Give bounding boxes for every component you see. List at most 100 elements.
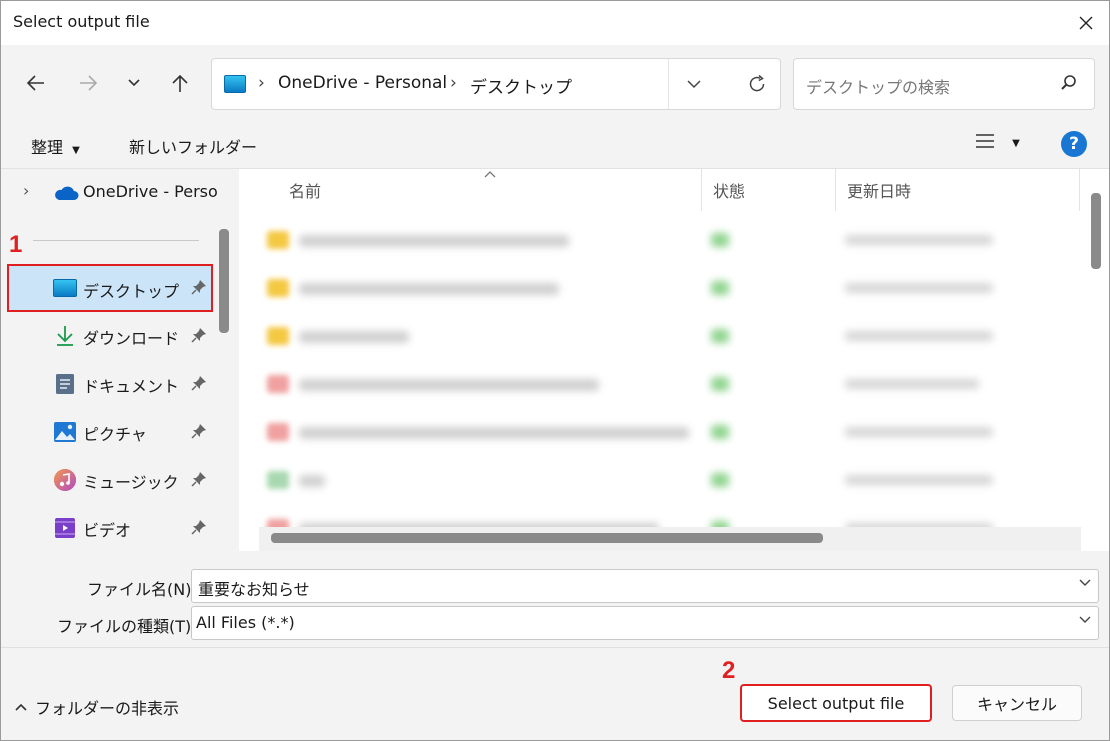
address-bar[interactable]: › OneDrive - Personal › デスクトップ bbox=[211, 58, 781, 110]
sidebar-item-label: ダウンロード bbox=[83, 329, 180, 348]
breadcrumb-desktop[interactable]: デスクトップ bbox=[470, 73, 572, 98]
recent-locations-button[interactable] bbox=[117, 67, 151, 99]
list-view-icon bbox=[976, 134, 994, 148]
organize-menu[interactable]: 整理 ▼ bbox=[31, 134, 80, 158]
list-item-name bbox=[299, 331, 409, 343]
list-item[interactable] bbox=[259, 265, 1059, 313]
sort-ascending-icon bbox=[484, 171, 496, 178]
sidebar-scrollbar[interactable] bbox=[219, 229, 229, 333]
close-icon bbox=[1079, 16, 1093, 30]
filetype-value: All Files (*.*) bbox=[196, 613, 295, 632]
sync-status-icon bbox=[711, 233, 729, 247]
new-folder-label: 新しいフォルダー bbox=[129, 138, 258, 157]
pdf-file-icon bbox=[267, 375, 289, 393]
column-header-name[interactable]: 名前 bbox=[289, 178, 321, 202]
list-item-name bbox=[299, 235, 569, 247]
file-dialog: Select output file › OneDrive - Personal… bbox=[0, 0, 1110, 741]
hide-folders-toggle[interactable]: フォルダーの非表示 bbox=[15, 695, 179, 719]
list-item-name bbox=[299, 427, 689, 439]
title-bar: Select output file bbox=[1, 1, 1109, 45]
document-icon bbox=[53, 372, 77, 396]
sidebar-item-label: ドキュメント bbox=[83, 377, 180, 396]
sidebar-item-label: ミュージック bbox=[83, 473, 179, 492]
list-item[interactable] bbox=[259, 361, 1059, 409]
file-icon bbox=[267, 471, 289, 489]
list-item-name bbox=[299, 283, 559, 295]
search-input[interactable]: デスクトップの検索 bbox=[793, 58, 1095, 110]
filetype-label: ファイルの種類(T): bbox=[57, 617, 197, 636]
list-item-date bbox=[845, 427, 993, 437]
file-list-vertical-scrollbar[interactable] bbox=[1091, 193, 1101, 269]
caret-down-icon: ▼ bbox=[1012, 138, 1020, 149]
navigation-bar: › OneDrive - Personal › デスクトップ デスクトップの検索 bbox=[1, 45, 1109, 121]
sidebar-item-onedrive[interactable]: › OneDrive - Perso bbox=[1, 169, 218, 217]
filetype-select[interactable]: All Files (*.*) bbox=[191, 606, 1099, 640]
sidebar-item-label: デスクトップ bbox=[83, 282, 180, 301]
refresh-icon bbox=[749, 74, 765, 92]
help-icon: ? bbox=[1069, 134, 1079, 154]
list-item[interactable] bbox=[259, 313, 1059, 361]
chevron-right-icon: › bbox=[450, 73, 457, 93]
pdf-file-icon bbox=[267, 423, 289, 441]
filename-field[interactable]: 重要なお知らせ bbox=[191, 569, 1099, 603]
sidebar-item-pictures[interactable]: ピクチャ bbox=[7, 408, 213, 456]
download-arrow-icon bbox=[53, 324, 77, 348]
sidebar-item-music[interactable]: ミュージック bbox=[7, 456, 213, 504]
view-menu-button[interactable]: ▼ bbox=[975, 132, 1020, 154]
help-button[interactable]: ? bbox=[1061, 131, 1087, 157]
music-icon bbox=[53, 468, 77, 492]
pin-icon[interactable] bbox=[191, 519, 207, 539]
breadcrumb-onedrive[interactable]: OneDrive - Personal bbox=[278, 73, 447, 93]
hide-folders-label: フォルダーの非表示 bbox=[35, 699, 180, 718]
list-item-date bbox=[845, 283, 993, 293]
folder-icon bbox=[267, 231, 289, 249]
select-output-file-button[interactable]: Select output file bbox=[740, 684, 932, 722]
list-item-date bbox=[845, 235, 993, 245]
address-dropdown-button[interactable] bbox=[668, 59, 718, 109]
pin-icon[interactable] bbox=[191, 471, 207, 491]
sidebar-item-desktop[interactable]: デスクトップ bbox=[7, 264, 213, 312]
onedrive-cloud-icon bbox=[55, 186, 79, 200]
pin-icon[interactable] bbox=[191, 279, 207, 299]
column-header-modified[interactable]: 更新日時 bbox=[847, 178, 911, 202]
sync-status-icon bbox=[711, 281, 729, 295]
column-divider[interactable] bbox=[1079, 169, 1080, 211]
pin-icon[interactable] bbox=[191, 375, 207, 395]
chevron-down-icon[interactable] bbox=[1078, 578, 1092, 588]
chevron-down-icon bbox=[686, 80, 701, 89]
step-marker-1: 1 bbox=[9, 231, 23, 258]
cancel-button[interactable]: キャンセル bbox=[952, 685, 1082, 721]
filename-label: ファイル名(N): bbox=[87, 580, 197, 599]
forward-button[interactable] bbox=[71, 67, 105, 99]
sidebar-item-videos[interactable]: ビデオ bbox=[7, 504, 213, 551]
list-item[interactable] bbox=[259, 457, 1059, 505]
file-list: 名前 状態 更新日時 bbox=[239, 169, 1109, 551]
sidebar-item-label: ピクチャ bbox=[83, 425, 147, 444]
sidebar-item-downloads[interactable]: ダウンロード bbox=[7, 312, 213, 360]
back-button[interactable] bbox=[19, 67, 53, 99]
pin-icon[interactable] bbox=[191, 327, 207, 347]
list-item-date bbox=[845, 475, 993, 485]
video-icon bbox=[53, 516, 77, 540]
arrow-right-icon bbox=[80, 75, 98, 91]
pin-icon[interactable] bbox=[191, 423, 207, 443]
sync-status-icon bbox=[711, 473, 729, 487]
filename-value: 重要なお知らせ bbox=[198, 580, 310, 599]
column-divider[interactable] bbox=[701, 169, 702, 211]
list-item[interactable] bbox=[259, 217, 1059, 265]
folder-icon bbox=[267, 279, 289, 297]
refresh-button[interactable] bbox=[734, 59, 780, 109]
desktop-folder-icon bbox=[224, 75, 246, 93]
new-folder-button[interactable]: 新しいフォルダー bbox=[129, 134, 257, 158]
close-button[interactable] bbox=[1063, 1, 1109, 45]
list-item[interactable] bbox=[259, 409, 1059, 457]
organize-label: 整理 bbox=[31, 138, 64, 157]
sidebar-item-documents[interactable]: ドキュメント bbox=[7, 360, 213, 408]
column-divider[interactable] bbox=[835, 169, 836, 211]
file-list-horizontal-scrollbar[interactable] bbox=[271, 533, 823, 543]
sync-status-icon bbox=[711, 377, 729, 391]
file-list-horizontal-scrollbar-track bbox=[259, 527, 1081, 551]
column-header-status[interactable]: 状態 bbox=[713, 178, 745, 202]
up-button[interactable] bbox=[163, 67, 197, 99]
chevron-down-icon[interactable] bbox=[1078, 615, 1092, 625]
